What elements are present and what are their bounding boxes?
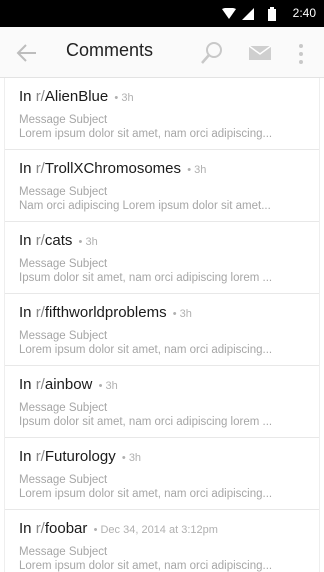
item-prefix: In — [19, 304, 36, 321]
overflow-menu-icon[interactable] — [297, 43, 305, 65]
item-body: Lorem ipsum dolor sit amet, nam orci adi… — [19, 128, 273, 140]
status-bar: 2:40 — [0, 0, 324, 27]
item-subject: Message Subject — [19, 258, 108, 270]
list-item[interactable]: In r/fifthworldproblems • 3h Message Sub… — [5, 294, 319, 366]
back-arrow-icon[interactable] — [16, 42, 38, 64]
item-timestamp: • 3h — [187, 164, 207, 176]
item-body: Nam orci adipiscing Lorem ipsum dolor si… — [19, 200, 271, 212]
item-subreddit-prefix: r/ — [35, 232, 45, 249]
item-subject: Message Subject — [19, 474, 108, 486]
search-icon[interactable] — [200, 41, 224, 65]
app-bar: Comments — [0, 27, 324, 78]
list-item[interactable]: In r/AlienBlue • 3h Message Subject Lore… — [5, 78, 319, 150]
item-header: In r/AlienBlue • 3h — [19, 86, 305, 107]
list-item[interactable]: In r/ainbow • 3h Message Subject Ipsum d… — [5, 366, 319, 438]
item-body: Ipsum dolor sit amet, nam orci adipiscin… — [19, 272, 273, 284]
list-item[interactable]: In r/Futurology • 3h Message Subject Lor… — [5, 438, 319, 510]
item-body: Lorem ipsum dolor sit amet, nam orci adi… — [19, 344, 273, 356]
item-subreddit[interactable]: AlienBlue — [45, 88, 108, 105]
item-timestamp: • Dec 34, 2014 at 3:12pm — [93, 524, 218, 536]
list-item[interactable]: In r/cats • 3h Message Subject Ipsum dol… — [5, 222, 319, 294]
list-item[interactable]: In r/foobar • Dec 34, 2014 at 3:12pm Mes… — [5, 510, 319, 572]
item-timestamp: • 3h — [78, 236, 98, 248]
item-prefix: In — [19, 232, 36, 249]
item-prefix: In — [19, 520, 36, 537]
item-subject: Message Subject — [19, 402, 108, 414]
item-subject: Message Subject — [19, 186, 108, 198]
item-header: In r/fifthworldproblems • 3h — [19, 302, 305, 323]
wifi-icon — [222, 8, 236, 19]
item-subject: Message Subject — [19, 114, 108, 126]
item-subreddit[interactable]: TrollXChromosomes — [45, 160, 181, 177]
item-prefix: In — [19, 448, 36, 465]
item-subreddit[interactable]: fifthworldproblems — [45, 304, 167, 321]
item-subreddit-prefix: r/ — [35, 160, 45, 177]
item-subreddit[interactable]: foobar — [45, 520, 88, 537]
item-subreddit-prefix: r/ — [35, 304, 45, 321]
item-prefix: In — [19, 88, 36, 105]
item-subreddit-prefix: r/ — [35, 448, 45, 465]
item-subject: Message Subject — [19, 330, 108, 342]
item-header: In r/Futurology • 3h — [19, 446, 305, 467]
item-body: Lorem ipsum dolor sit amet, nam orci adi… — [19, 560, 273, 572]
item-header: In r/ainbow • 3h — [19, 374, 305, 395]
item-timestamp: • 3h — [172, 308, 192, 320]
item-header: In r/TrollXChromosomes • 3h — [19, 158, 305, 179]
item-header: In r/foobar • Dec 34, 2014 at 3:12pm — [19, 518, 305, 539]
mail-icon[interactable] — [249, 44, 271, 62]
message-list: In r/AlienBlue • 3h Message Subject Lore… — [4, 78, 320, 572]
item-prefix: In — [19, 376, 36, 393]
item-subreddit[interactable]: cats — [45, 232, 73, 249]
signal-icon — [242, 8, 254, 20]
item-subreddit-prefix: r/ — [35, 88, 45, 105]
list-item[interactable]: In r/TrollXChromosomes • 3h Message Subj… — [5, 150, 319, 222]
battery-icon — [268, 7, 276, 21]
page-title: Comments — [66, 40, 154, 60]
item-timestamp: • 3h — [98, 380, 118, 392]
item-subject: Message Subject — [19, 546, 108, 558]
item-timestamp: • 3h — [114, 92, 134, 104]
item-subreddit[interactable]: Futurology — [45, 448, 116, 465]
item-timestamp: • 3h — [121, 452, 142, 464]
item-body: Ipsum dolor sit amet, nam orci adipiscin… — [19, 416, 273, 428]
item-prefix: In — [19, 160, 36, 177]
item-body: Lorem ipsum dolor sit amet, nam orci adi… — [19, 488, 273, 500]
status-time: 2:40 — [292, 6, 316, 20]
item-subreddit-prefix: r/ — [35, 376, 45, 393]
item-subreddit-prefix: r/ — [35, 520, 45, 537]
item-header: In r/cats • 3h — [19, 230, 305, 251]
item-subreddit[interactable]: ainbow — [45, 376, 93, 393]
